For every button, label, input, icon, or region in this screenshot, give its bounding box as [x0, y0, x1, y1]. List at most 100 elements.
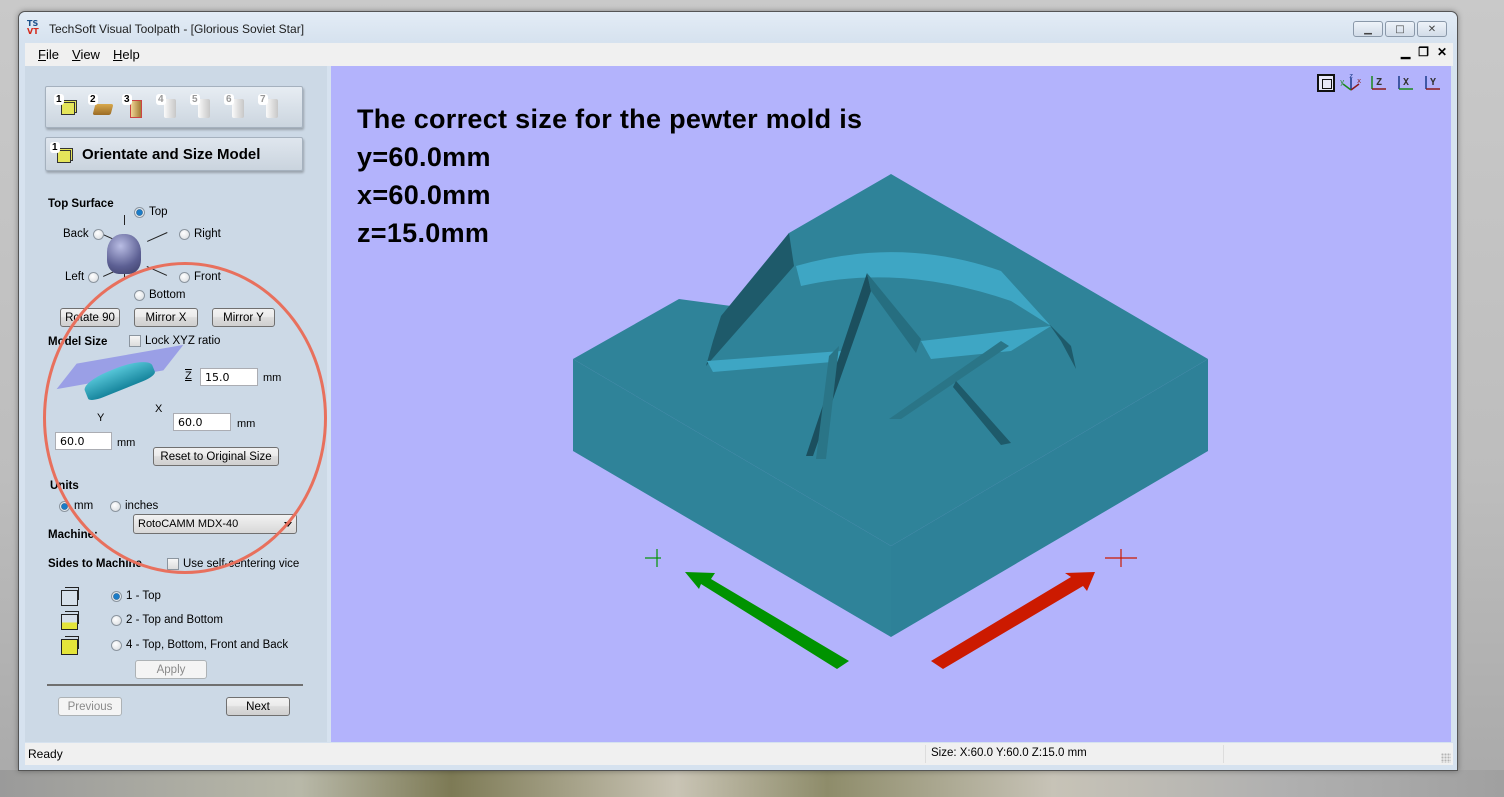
model-render	[573, 174, 1208, 669]
lock-xyz-checkbox[interactable]: Lock XYZ ratio	[129, 335, 220, 347]
one-side-cube-icon	[61, 587, 79, 606]
y-size-input[interactable]	[55, 432, 112, 450]
radio-button[interactable]	[92, 228, 104, 240]
step-number: 3	[122, 94, 132, 105]
step-number: 1	[54, 94, 64, 105]
radio-sides-4[interactable]: 4 - Top, Bottom, Front and Back	[111, 639, 288, 651]
radio-sides-2[interactable]: 2 - Top and Bottom	[111, 614, 223, 626]
radio-top[interactable]: Top	[134, 206, 168, 218]
step-title: Orientate and Size Model	[82, 146, 261, 163]
z-size-input[interactable]	[200, 368, 258, 386]
machine-select[interactable]: RotoCAMM MDX-40	[133, 514, 297, 534]
radio-inches[interactable]: inches	[110, 500, 158, 512]
status-divider	[1223, 745, 1224, 763]
radio-button[interactable]	[179, 271, 190, 283]
radio-button[interactable]	[88, 271, 100, 283]
step-5-button[interactable]: 5	[190, 94, 216, 120]
maximize-icon: □	[1395, 23, 1405, 35]
close-icon: ✕	[1427, 23, 1437, 35]
menu-file[interactable]: File	[38, 47, 59, 62]
step-4-icon	[164, 99, 176, 118]
radio-right[interactable]: Right	[179, 228, 221, 240]
title-bar: TS VT TechSoft Visual Toolpath - [Gloriou…	[19, 12, 1457, 42]
menu-help-rest: elp	[122, 47, 140, 62]
mdi-restore-icon[interactable]: ❐	[1418, 45, 1429, 59]
menu-view-rest: iew	[80, 47, 100, 62]
step-toolbar: 1 2 3 4 5 6 7	[45, 86, 303, 128]
rotate-90-button[interactable]: Rotate 90	[60, 308, 120, 327]
menu-help[interactable]: Help	[113, 47, 140, 62]
step-number: 1	[50, 142, 60, 153]
radio-left[interactable]: Left	[65, 271, 100, 283]
radio-label: 2 - Top and Bottom	[126, 614, 223, 626]
wizard-sidebar: 1 2 3 4 5 6 7 1 Orientate and Size Model…	[25, 66, 327, 742]
radio-label: Left	[65, 271, 85, 283]
menu-file-rest: ile	[45, 47, 59, 62]
checkbox[interactable]	[129, 335, 141, 347]
step-1-button[interactable]: 1	[54, 94, 80, 120]
radio-button[interactable]	[134, 206, 145, 218]
dropdown-arrow-icon	[284, 522, 292, 527]
mdi-minimize-icon[interactable]: ▁	[1401, 45, 1410, 59]
app-window: TS VT TechSoft Visual Toolpath - [Gloriou…	[18, 11, 1458, 771]
apply-button[interactable]: Apply	[135, 660, 207, 679]
mirror-y-button[interactable]: Mirror Y	[212, 308, 275, 327]
radio-label: 4 - Top, Bottom, Front and Back	[126, 639, 289, 651]
spoke-line	[147, 232, 168, 242]
radio-button[interactable]	[134, 289, 145, 301]
minimize-button[interactable]: ▁	[1353, 21, 1383, 37]
radio-bottom[interactable]: Bottom	[134, 289, 185, 301]
app-logo-icon: TS VT	[27, 19, 39, 36]
self-centering-vice-checkbox[interactable]: Use self-centering vice	[167, 558, 299, 570]
radio-button[interactable]	[179, 228, 190, 240]
step-2-button[interactable]: 2	[88, 94, 114, 120]
sidebar-separator	[47, 684, 303, 686]
radio-button[interactable]	[59, 500, 70, 512]
menu-view[interactable]: View	[72, 47, 100, 62]
step-3-button[interactable]: 3	[122, 94, 148, 120]
step-6-button[interactable]: 6	[224, 94, 250, 120]
checkbox[interactable]	[167, 558, 179, 570]
radio-button[interactable]	[111, 614, 122, 626]
model-size-label: Model Size	[48, 336, 108, 348]
status-size-readout: Size: X:60.0 Y:60.0 Z:15.0 mm	[931, 747, 1087, 759]
x-origin-marker	[1105, 549, 1137, 567]
radio-button[interactable]	[111, 639, 122, 651]
orientation-bust-icon	[107, 234, 141, 274]
machine-select-value: RotoCAMM MDX-40	[138, 518, 239, 530]
checkbox-label: Use self-centering vice	[183, 558, 300, 570]
step-7-button[interactable]: 7	[258, 94, 284, 120]
radio-button[interactable]	[110, 500, 121, 512]
radio-label: mm	[74, 500, 94, 512]
step-header-icon: 1	[50, 142, 76, 168]
z-unit-label: mm	[263, 372, 282, 384]
radio-sides-1[interactable]: 1 - Top	[111, 590, 161, 602]
previous-button[interactable]: Previous	[58, 697, 122, 716]
minimize-icon: ▁	[1364, 23, 1372, 35]
next-button[interactable]: Next	[226, 697, 290, 716]
material-block-icon	[92, 104, 114, 115]
radio-button[interactable]	[111, 590, 122, 602]
radio-front[interactable]: Front	[179, 271, 221, 283]
resize-grip-icon[interactable]	[1441, 753, 1451, 763]
window-title: TechSoft Visual Toolpath - [Glorious Sov…	[49, 22, 305, 36]
y-axis-label: Y	[97, 412, 105, 424]
radio-label: Bottom	[149, 289, 186, 301]
spoke-line	[146, 266, 168, 276]
step-4-button[interactable]: 4	[156, 94, 182, 120]
mdi-close-icon[interactable]: ✕	[1437, 45, 1447, 59]
reset-original-size-button[interactable]: Reset to Original Size	[153, 447, 279, 466]
x-size-input[interactable]	[173, 413, 231, 431]
mirror-x-button[interactable]: Mirror X	[134, 308, 198, 327]
x-axis-label: X	[155, 403, 163, 415]
radio-mm[interactable]: mm	[59, 500, 93, 512]
3d-viewport[interactable]: The correct size for the pewter mold is …	[331, 66, 1451, 742]
radio-label: Right	[194, 228, 221, 240]
close-button[interactable]: ✕	[1417, 21, 1447, 37]
step-number: 6	[224, 94, 234, 105]
menu-bar: File View Help ▁ ❐ ✕	[25, 43, 1453, 66]
maximize-button[interactable]: □	[1385, 21, 1415, 37]
radio-back[interactable]: Back	[63, 228, 104, 240]
y-origin-marker	[645, 549, 661, 567]
status-divider	[925, 745, 926, 763]
